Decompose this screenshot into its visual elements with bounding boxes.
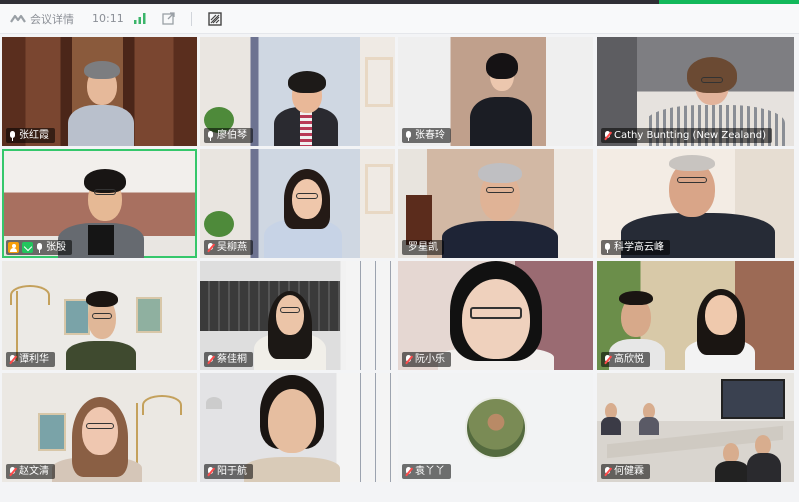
video-tile[interactable]: 何健霖 xyxy=(597,373,794,482)
participant-name: 蔡佳桐 xyxy=(217,354,247,365)
mic-on-icon xyxy=(604,242,611,253)
video-tile[interactable]: 廖伯琴 xyxy=(200,37,395,146)
video-tile[interactable]: 吴柳燕 xyxy=(200,149,395,258)
mic-on-icon xyxy=(405,130,412,141)
video-tile[interactable]: 蔡佳桐 xyxy=(200,261,395,370)
participant-name: 高欣悦 xyxy=(614,354,644,365)
toolbar-divider xyxy=(190,11,192,26)
participant-name: 张红霞 xyxy=(19,130,49,141)
window xyxy=(346,261,395,370)
video-tile[interactable]: 张红霞 xyxy=(2,37,197,146)
wall-painting xyxy=(38,413,66,451)
video-tile[interactable]: 高欣悦 xyxy=(597,261,794,370)
mic-muted-icon xyxy=(9,354,16,365)
shelf xyxy=(365,57,393,107)
participant-name: 吴柳燕 xyxy=(217,242,247,253)
video-grid: 张红霞 廖伯琴 张春玲 Cathy Buntting (New Zealand) xyxy=(0,37,799,502)
mic-on-icon xyxy=(207,130,214,141)
mic-muted-icon xyxy=(604,130,611,141)
video-tile-active-speaker[interactable]: 张殷 xyxy=(2,149,197,258)
door xyxy=(406,195,432,245)
layout-icon[interactable] xyxy=(208,11,222,26)
participant-name: 廖伯琴 xyxy=(217,130,247,141)
mic-muted-icon xyxy=(9,466,16,477)
video-tile[interactable]: Cathy Buntting (New Zealand) xyxy=(597,37,794,146)
mic-on-icon xyxy=(9,130,16,141)
mic-muted-icon xyxy=(405,354,412,365)
participant-name: 何健霖 xyxy=(614,466,644,477)
meeting-details-label: 会议详情 xyxy=(30,12,74,26)
mic-muted-icon xyxy=(207,354,214,365)
meeting-time: 10:11 xyxy=(92,12,124,25)
wall-painting xyxy=(136,297,162,333)
mic-on-icon xyxy=(36,242,43,253)
plant xyxy=(204,211,234,237)
signal-icon xyxy=(133,13,146,24)
meeting-toolbar: 会议详情 10:11 xyxy=(0,4,799,34)
lamp-arc xyxy=(142,395,182,415)
participant-name: 赵文清 xyxy=(19,466,49,477)
pendant-lamp xyxy=(206,397,222,409)
host-icon xyxy=(8,242,19,253)
mic-muted-icon xyxy=(604,466,611,477)
participant-name: 科学高云峰 xyxy=(614,242,664,253)
participant-name: 罗星凯 xyxy=(408,242,438,253)
mic-muted-icon xyxy=(604,354,611,365)
window xyxy=(346,373,395,482)
participant-name: 谭利华 xyxy=(19,354,49,365)
share-status-icon xyxy=(22,242,33,253)
participant-name: 袁丫丫 xyxy=(415,466,445,477)
avatar xyxy=(464,396,527,459)
shelf xyxy=(365,164,393,214)
share-screen-icon[interactable] xyxy=(162,12,175,25)
video-tile-camera-off[interactable]: 袁丫丫 xyxy=(398,373,593,482)
mic-muted-icon xyxy=(405,466,412,477)
mic-muted-icon xyxy=(207,466,214,477)
video-tile[interactable]: 赵文清 xyxy=(2,373,197,482)
participant-name: Cathy Buntting (New Zealand) xyxy=(614,130,767,141)
video-tile[interactable]: 阳于航 xyxy=(200,373,395,482)
inner-shirt xyxy=(88,225,114,255)
video-tile[interactable]: 科学高云峰 xyxy=(597,149,794,258)
participant-name: 张春玲 xyxy=(415,130,445,141)
meeting-details-button[interactable]: 会议详情 xyxy=(10,11,74,27)
lamp-arc xyxy=(10,285,50,305)
conference-screen xyxy=(721,379,785,419)
video-tile[interactable]: 阮小乐 xyxy=(398,261,593,370)
mic-muted-icon xyxy=(207,242,214,253)
participant-name: 阳于航 xyxy=(217,466,247,477)
scarf xyxy=(300,109,312,146)
video-tile[interactable]: 谭利华 xyxy=(2,261,197,370)
video-tile[interactable]: 罗星凯 xyxy=(398,149,593,258)
wall-painting xyxy=(64,299,90,335)
participant-name: 张殷 xyxy=(46,242,66,253)
video-tile[interactable]: 张春玲 xyxy=(398,37,593,146)
participant-name: 阮小乐 xyxy=(415,354,445,365)
meeting-logo-icon xyxy=(10,14,26,24)
